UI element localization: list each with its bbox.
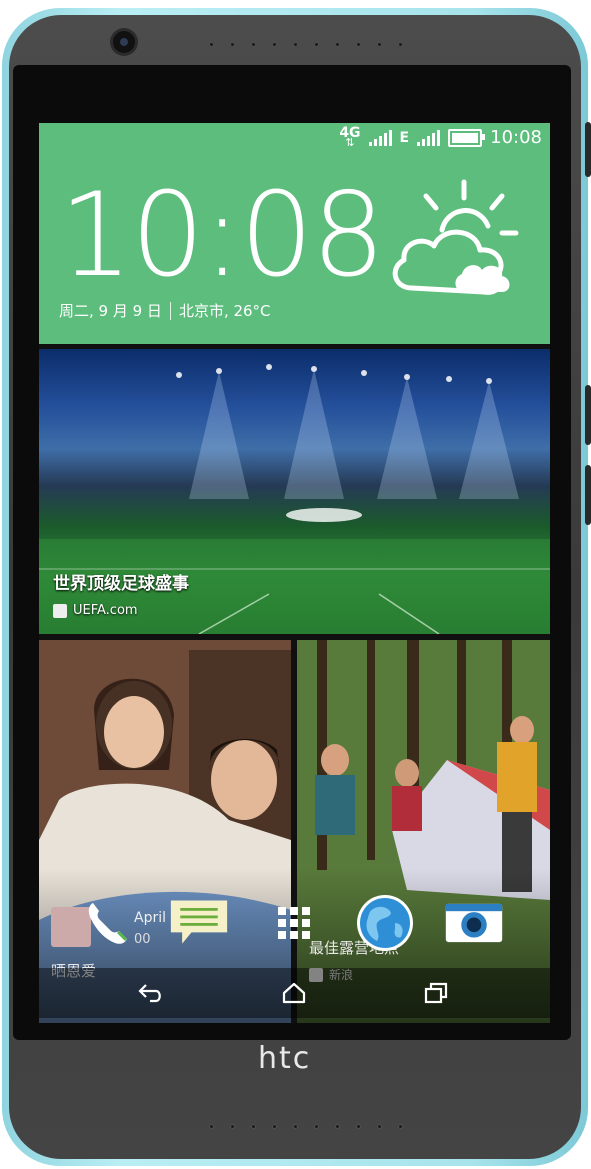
network-e-label: E	[399, 129, 410, 146]
news-card[interactable]: 世界顶级足球盛事 UEFA.com	[39, 349, 550, 634]
app-drawer-icon[interactable]	[264, 893, 324, 953]
news-source: UEFA.com	[53, 603, 138, 618]
uefa-logo-icon	[53, 603, 67, 618]
news-title: 世界顶级足球盛事	[53, 574, 189, 594]
photo-tile-couple[interactable]: April l 00 晒恩爱	[39, 640, 291, 1023]
bottom-speaker-grille	[209, 1124, 403, 1129]
navigation-bar	[39, 968, 550, 1018]
battery-icon	[448, 128, 486, 147]
status-bar[interactable]: 4G ⇅ E 10:08	[39, 123, 550, 156]
status-time: 10:08	[490, 127, 542, 148]
volume-down-button	[585, 465, 591, 525]
recent-apps-icon[interactable]	[416, 978, 456, 1008]
clock-time: 10:08	[59, 168, 385, 303]
top-speaker-grille	[209, 42, 403, 47]
news-source-label: UEFA.com	[73, 603, 138, 618]
power-button	[585, 122, 591, 177]
date-divider	[169, 301, 171, 320]
home-icon[interactable]	[274, 978, 314, 1008]
home-screen: 4G ⇅ E 10:08 10:08 周二, 9 月 9 日 北京市, 26°C	[39, 123, 550, 1023]
messages-icon[interactable]	[169, 893, 229, 953]
stadium-lights-image	[176, 364, 519, 499]
back-icon[interactable]	[131, 978, 171, 1008]
camera-icon[interactable]	[444, 893, 504, 953]
clock-weather-widget[interactable]: 4G ⇅ E 10:08 10:08 周二, 9 月 9 日 北京市, 26°C	[39, 123, 550, 344]
date-label: 周二, 9 月 9 日	[59, 302, 162, 320]
htc-logo: htc	[258, 1041, 312, 1076]
browser-icon[interactable]	[355, 893, 415, 953]
signal-strength-icon	[368, 129, 392, 146]
volume-up-button	[585, 385, 591, 445]
front-camera	[113, 31, 135, 53]
partly-cloudy-icon	[392, 179, 519, 295]
signal-strength-2-icon	[417, 129, 441, 146]
app-dock	[39, 893, 550, 953]
network-4g-icon: 4G ⇅	[339, 124, 361, 149]
photo-tile-camping[interactable]: 最佳露营地点 新浪	[297, 640, 550, 1023]
phone-icon[interactable]	[77, 893, 137, 953]
location-temperature: 北京市, 26°C	[178, 302, 271, 320]
